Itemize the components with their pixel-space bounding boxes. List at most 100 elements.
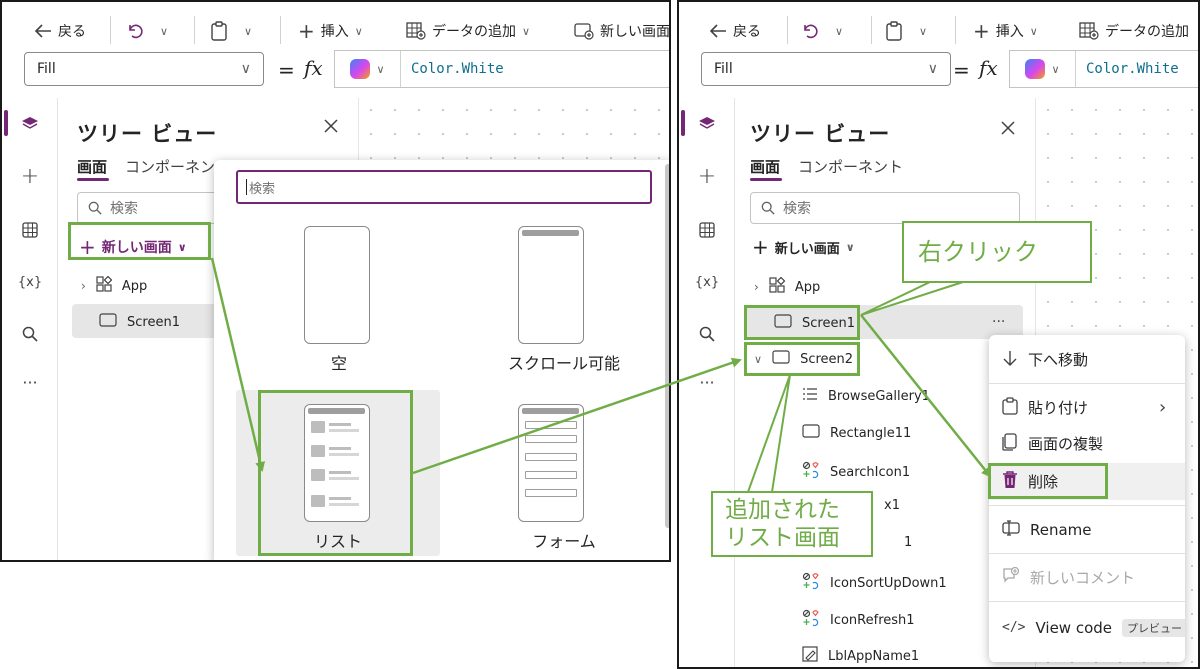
menu-item-label: 下へ移動 [1028,351,1089,369]
form-field [525,435,577,443]
add-data-label: データの追加 [1105,24,1189,40]
template-form[interactable]: フォーム [484,390,644,556]
more-options-icon[interactable]: ··· [992,314,1005,330]
property-name: Fill [714,61,733,77]
tree-node-iconsortupdown1[interactable]: IconSortUpDown1 [802,572,947,594]
back-arrow-icon [709,24,727,38]
chevron-down-icon[interactable]: ∨ [835,25,843,38]
code-icon: </> [1002,620,1026,635]
close-icon[interactable] [323,118,339,138]
insert-button[interactable]: + 挿入 ∨ [298,18,363,44]
menu-item-duplicate[interactable]: 画面の複製 [989,425,1185,462]
menu-item-view-code[interactable]: </> View code プレビュー [989,609,1185,646]
form-field [525,471,577,479]
menu-item-label: 貼り付け [1028,399,1089,417]
undo-icon [801,22,819,40]
data-table-icon[interactable] [679,216,735,244]
tree-node-rectangle11[interactable]: Rectangle11 [802,424,911,442]
tab-components[interactable]: コンポーネント [798,156,903,177]
tree-node-hidden-1[interactable]: x1 [884,498,900,513]
layers-icon[interactable] [679,110,735,138]
tree-node-app[interactable]: › App [754,276,820,297]
formula-text[interactable]: Color.White [411,61,504,77]
text-cursor [246,179,247,195]
comment-icon [1002,566,1020,589]
copilot-icon [1025,59,1046,79]
copilot-button[interactable]: ∨ [1010,51,1076,87]
insert-plus-icon[interactable]: + [2,162,58,190]
tree-node-lblappname1[interactable]: LblAppName1 [802,646,919,666]
highlight-list-template [258,390,413,556]
tab-screens[interactable]: 画面 [750,156,780,177]
menu-item-label: View code [1035,618,1113,637]
tree-search-input[interactable]: 検索 [750,192,1020,224]
tree-node-browsegallery1[interactable]: BrowseGallery1 [802,387,930,405]
undo-button[interactable]: ∨ [801,18,843,44]
back-label: 戻る [58,24,86,40]
tree-node-label: IconRefresh1 [830,612,915,628]
formula-bar[interactable]: ∨ Color.White [334,50,669,88]
highlight-new-screen [68,222,211,260]
fx-icon: fx [304,56,323,80]
toolbar-divider [871,16,872,44]
add-data-button[interactable]: データの追加 ∨ [406,18,530,44]
property-dropdown[interactable]: Fill ∨ [24,52,264,86]
tree-node-searchicon1[interactable]: SearchIcon1 [802,461,910,483]
tree-node-iconrefresh1[interactable]: IconRefresh1 [802,609,915,631]
chevron-down-icon: ∨ [927,61,938,77]
add-data-button[interactable]: データの追加 [1079,18,1189,44]
tree-node-label: IconSortUpDown1 [830,575,947,591]
copilot-button[interactable]: ∨ [335,51,401,87]
variables-icon[interactable]: {x} [679,268,735,296]
close-icon[interactable] [1000,120,1016,140]
tree-node-label: SearchIcon1 [830,464,911,480]
formula-text[interactable]: Color.White [1086,61,1179,77]
chevron-down-icon[interactable]: ∨ [244,25,252,38]
tab-underline [750,178,782,181]
paste-button[interactable]: ∨ [210,18,252,44]
toolbar-divider [787,16,788,44]
insert-label: 挿入 [995,24,1024,40]
tree-node-screen1[interactable]: Screen1 [99,313,180,331]
tree-node-label: LblAppName1 [828,648,920,664]
callout-right-click: 右クリック [902,221,1092,283]
undo-icon [126,22,144,40]
layers-icon[interactable] [2,110,58,138]
variables-icon[interactable]: {x} [2,268,58,296]
popup-search-input[interactable]: 検索 [236,170,652,204]
insert-button[interactable]: + 挿入 ∨ [973,18,1038,44]
menu-item-move-down[interactable]: 下へ移動 [989,341,1185,378]
tree-node-hidden-2[interactable]: 1 [904,535,912,550]
search-icon[interactable] [2,320,58,348]
chevron-right-icon[interactable]: › [754,280,759,294]
menu-item-paste[interactable]: 貼り付け › [989,389,1185,426]
header-bar [522,230,579,236]
chevron-right-icon[interactable]: › [81,279,86,293]
tab-screens[interactable]: 画面 [77,156,107,177]
tree-node-app[interactable]: › App [81,275,147,296]
more-icon[interactable]: ··· [2,368,58,396]
template-blank[interactable]: 空 [284,220,394,380]
chevron-down-icon[interactable]: ∨ [919,25,927,38]
data-table-icon[interactable] [2,216,58,244]
undo-button[interactable]: ∨ [126,18,168,44]
rectangle-icon [802,424,820,442]
clipboard-icon [210,21,228,41]
new-screen-toolbar-button[interactable]: 新しい画面 [574,18,669,44]
back-button[interactable]: 戻る [34,18,86,44]
more-icon[interactable]: ··· [679,368,735,396]
paste-button[interactable]: ∨ [885,18,927,44]
search-icon[interactable] [679,320,735,348]
popup-scrollbar[interactable] [665,164,669,528]
back-button[interactable]: 戻る [709,18,761,44]
property-dropdown[interactable]: Fill ∨ [701,52,951,86]
menu-item-label: 画面の複製 [1028,435,1104,453]
chevron-down-icon[interactable]: ∨ [160,25,168,38]
table-add-icon [1079,22,1099,40]
insert-plus-icon[interactable]: + [679,162,735,190]
formula-bar[interactable]: ∨ Color.White [1009,50,1198,88]
menu-item-rename[interactable]: Rename [989,511,1185,548]
template-scrollable[interactable]: スクロール可能 [484,220,644,380]
new-screen-button[interactable]: + 新しい画面 ∨ [752,235,855,259]
menu-divider [989,601,1185,602]
